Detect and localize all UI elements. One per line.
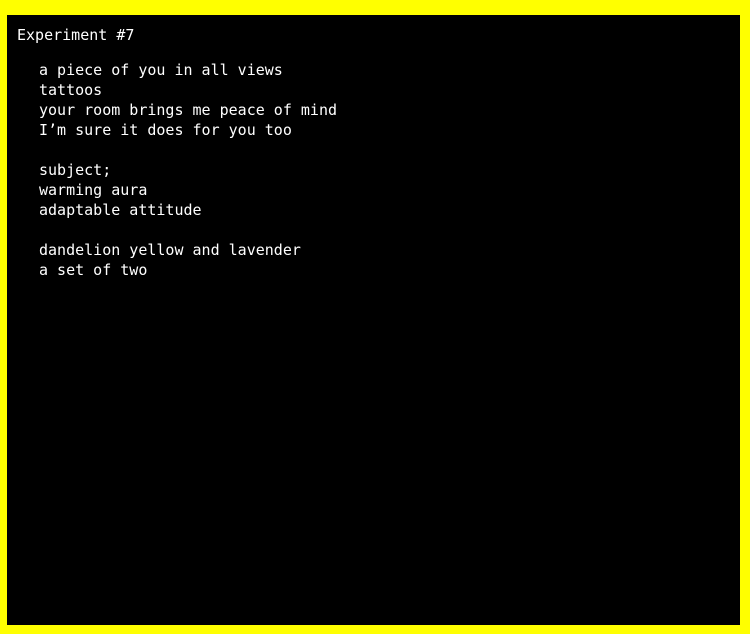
poem-line: I’m sure it does for you too bbox=[39, 121, 292, 139]
poem: a piece of you in all views tattoos your… bbox=[39, 60, 337, 300]
poem-line: a piece of you in all views bbox=[39, 61, 283, 79]
yellow-frame: Experiment #7 a piece of you in all view… bbox=[0, 0, 750, 634]
stanza-3: dandelion yellow and lavender a set of t… bbox=[39, 240, 337, 280]
poem-line: a set of two bbox=[39, 261, 148, 279]
poem-line: your room brings me peace of mind bbox=[39, 101, 338, 119]
text-panel: Experiment #7 a piece of you in all view… bbox=[7, 15, 740, 625]
poem-line: dandelion yellow and lavender bbox=[39, 241, 301, 259]
page-title: Experiment #7 bbox=[17, 26, 135, 44]
poem-line: warming aura bbox=[39, 181, 148, 199]
stanza-1: a piece of you in all views tattoos your… bbox=[39, 60, 337, 140]
stanza-2: subject; warming aura adaptable attitude bbox=[39, 160, 337, 220]
poem-line: adaptable attitude bbox=[39, 201, 202, 219]
poem-line: subject; bbox=[39, 161, 112, 179]
poem-line: tattoos bbox=[39, 81, 103, 99]
